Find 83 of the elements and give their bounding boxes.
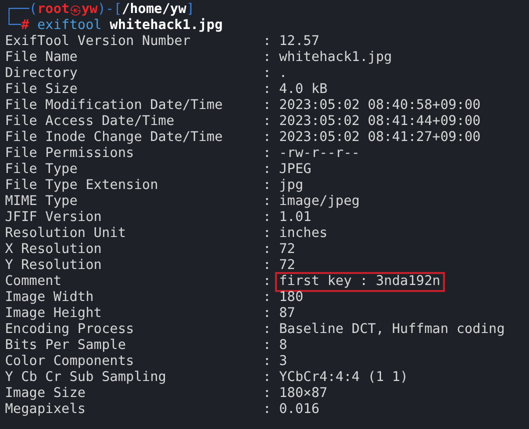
tag-value: 8 <box>278 337 288 355</box>
tag-name: Encoding Process <box>5 322 135 338</box>
tag-value: 1.01 <box>278 209 312 226</box>
separator: : <box>262 34 272 50</box>
command-argument: whitehack1.jpg <box>110 18 223 34</box>
separator: : <box>262 402 272 418</box>
separator: : <box>262 290 272 306</box>
tag-value: 0.016 <box>278 401 320 419</box>
separator: : <box>262 274 272 290</box>
separator: : <box>262 210 272 226</box>
highlighted-value: first key : 3nda192n <box>275 272 446 292</box>
tag-value: 180 <box>278 289 304 307</box>
tag-name: Resolution Unit <box>5 226 127 242</box>
tag-value: YCbCr4:4:4 (1 1) <box>278 369 410 387</box>
separator: : <box>262 146 272 162</box>
separator: : <box>262 370 272 386</box>
tag-value: image/jpeg <box>278 193 361 211</box>
command-name: exiftool <box>37 18 102 34</box>
tag-value: 2023:05:02 08:41:27+09:00 <box>278 129 482 147</box>
separator: : <box>262 66 272 82</box>
separator: : <box>262 226 272 242</box>
prompt-host: yw <box>82 2 98 18</box>
tag-value: whitehack1.jpg <box>278 49 393 67</box>
separator: : <box>262 178 272 194</box>
tag-name: File Access Date/Time <box>5 114 176 130</box>
tag-value: 72 <box>278 241 296 259</box>
separator: : <box>262 50 272 66</box>
tag-value: jpg <box>278 177 304 194</box>
tag-value: 2023:05:02 08:41:44+09:00 <box>278 113 482 131</box>
separator: : <box>262 354 272 370</box>
prompt-frame: └─ <box>5 18 22 34</box>
tag-value: -rw-r--r-- <box>278 145 361 163</box>
prompt-path: /home/yw <box>122 2 186 18</box>
tag-value: Baseline DCT, Huffman coding <box>278 321 506 339</box>
prompt-at-symbol: ㉿ <box>70 2 82 18</box>
tag-value: inches <box>278 225 328 243</box>
tag-name: JFIF Version <box>5 210 103 226</box>
tag-name: Y Resolution <box>5 258 103 274</box>
separator: : <box>262 114 272 130</box>
separator: : <box>262 258 272 274</box>
tag-value: 12.57 <box>278 33 320 50</box>
tag-name: File Size <box>5 82 79 98</box>
tag-value: 3 <box>278 353 288 370</box>
tag-name: Bits Per Sample <box>5 338 127 354</box>
tag-name: X Resolution <box>5 242 103 258</box>
prompt-symbol: # <box>21 18 30 34</box>
tag-value: . <box>278 65 288 83</box>
tag-name: File Type Extension <box>5 178 160 194</box>
separator: : <box>262 306 272 322</box>
tag-name: Directory <box>5 66 79 82</box>
tag-name: MIME Type <box>5 194 79 210</box>
tag-value: JPEG <box>278 161 312 178</box>
tag-name: ExifTool Version Number <box>5 34 192 50</box>
tag-name: File Modification Date/Time <box>5 98 224 114</box>
tag-name: Color Components <box>5 354 135 370</box>
separator: : <box>262 338 272 354</box>
tag-name: Comment <box>5 274 62 290</box>
tag-value: 87 <box>278 305 296 322</box>
separator: : <box>262 162 272 178</box>
separator: : <box>262 194 272 210</box>
prompt-bracket: ] <box>186 2 194 18</box>
tag-name: Image Height <box>5 306 103 322</box>
tag-name: Y Cb Cr Sub Sampling <box>5 370 168 386</box>
separator: : <box>262 98 272 114</box>
tag-name: Image Width <box>5 290 95 306</box>
tag-value: 180×87 <box>278 385 328 403</box>
tag-name: Image Size <box>5 386 87 402</box>
separator: : <box>262 82 272 98</box>
tag-value: 2023:05:02 08:40:58+09:00 <box>278 97 482 115</box>
tag-name: File Type <box>5 162 79 178</box>
prompt-bracket: )-[ <box>98 2 122 18</box>
tag-name: File Inode Change Date/Time <box>5 130 224 146</box>
tag-value: 72 <box>278 257 296 274</box>
tag-name: File Name <box>5 50 79 66</box>
tag-value: 4.0 kB <box>278 81 328 99</box>
separator: : <box>262 386 272 402</box>
tag-name: Megapixels <box>5 402 87 418</box>
separator: : <box>262 322 272 338</box>
tag-name: File Permissions <box>5 146 135 162</box>
prompt-frame: ┌──( <box>5 2 38 18</box>
separator: : <box>262 242 272 258</box>
prompt-user: root <box>37 2 70 18</box>
separator: : <box>262 130 272 146</box>
